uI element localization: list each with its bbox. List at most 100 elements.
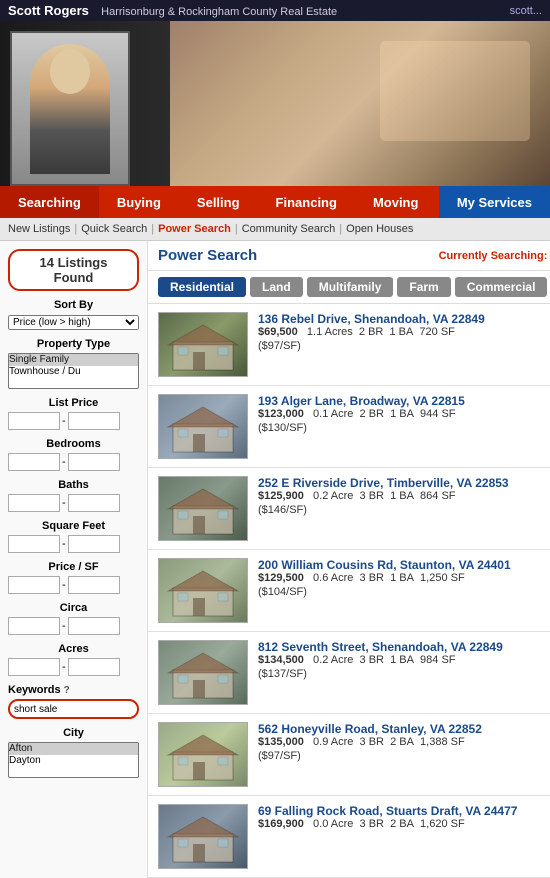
listings-found-badge: 14 Listings Found — [8, 249, 139, 291]
circa-section: Circa - — [8, 602, 139, 635]
listing-item: 136 Rebel Drive, Shenandoah, VA 22849 $6… — [148, 304, 550, 386]
bedrooms-max[interactable] — [68, 453, 120, 471]
square-feet-min[interactable] — [8, 535, 60, 553]
nav-item-selling[interactable]: Selling — [179, 186, 258, 218]
listing-thumbnail — [158, 394, 248, 459]
listing-address[interactable]: 69 Falling Rock Road, Stuarts Draft, VA … — [258, 804, 517, 818]
bedrooms-min[interactable] — [8, 453, 60, 471]
nav-item-searching[interactable]: Searching — [0, 186, 99, 218]
subnav-community-search[interactable]: Community Search — [242, 223, 336, 235]
listing-details: $69,500 1.1 Acres 2 BR 1 BA 720 SF ($97/… — [258, 326, 547, 352]
list-price-range: - — [8, 412, 139, 430]
nav-item-financing[interactable]: Financing — [258, 186, 355, 218]
listing-item: 812 Seventh Street, Shenandoah, VA 22849… — [148, 632, 550, 714]
agent-name: Scott Rogers — [8, 3, 89, 18]
listing-address[interactable]: 193 Alger Lane, Broadway, VA 22815 — [258, 394, 465, 408]
property-type-select[interactable]: Single Family Townhouse / Du — [8, 353, 139, 389]
price-per-sf-min[interactable] — [8, 576, 60, 594]
listing-address[interactable]: 252 E Riverside Drive, Timberville, VA 2… — [258, 476, 509, 490]
listing-info: 193 Alger Lane, Broadway, VA 22815 $123,… — [258, 394, 547, 459]
square-feet-max[interactable] — [68, 535, 120, 553]
nav-item-moving[interactable]: Moving — [355, 186, 437, 218]
list-price-section: List Price - — [8, 397, 139, 430]
listing-address[interactable]: 562 Honeyville Road, Stanley, VA 22852 — [258, 722, 482, 736]
subnav-quick-search[interactable]: Quick Search — [81, 223, 147, 235]
baths-range: - — [8, 494, 139, 512]
right-panel: Power Search Currently Searching: Reside… — [148, 241, 550, 878]
square-feet-section: Square Feet - — [8, 520, 139, 553]
city-select[interactable]: Afton Dayton — [8, 742, 139, 778]
nav-item-buying[interactable]: Buying — [99, 186, 179, 218]
listing-ppsf: ($97/SF) — [258, 750, 547, 762]
baths-max[interactable] — [68, 494, 120, 512]
listing-thumbnail — [158, 312, 248, 377]
keywords-label: Keywords — [8, 684, 61, 696]
listing-item: 252 E Riverside Drive, Timberville, VA 2… — [148, 468, 550, 550]
listing-thumbnail — [158, 722, 248, 787]
baths-section: Baths - — [8, 479, 139, 512]
listing-thumbnail — [158, 558, 248, 623]
listing-info: 69 Falling Rock Road, Stuarts Draft, VA … — [258, 804, 547, 869]
listing-info: 200 William Cousins Rd, Staunton, VA 244… — [258, 558, 547, 623]
currently-searching: Currently Searching: — [439, 250, 548, 262]
listing-info: 252 E Riverside Drive, Timberville, VA 2… — [258, 476, 547, 541]
tab-residential[interactable]: Residential — [158, 277, 246, 297]
listing-address[interactable]: 812 Seventh Street, Shenandoah, VA 22849 — [258, 640, 503, 654]
tab-land[interactable]: Land — [250, 277, 303, 297]
page-title: Power Search — [158, 247, 257, 264]
company-name: Harrisonburg & Rockingham County Real Es… — [101, 6, 337, 18]
listing-ppsf: ($146/SF) — [258, 504, 547, 516]
price-per-sf-label: Price / SF — [8, 561, 139, 573]
listing-item: 562 Honeyville Road, Stanley, VA 22852 $… — [148, 714, 550, 796]
listings-list: 136 Rebel Drive, Shenandoah, VA 22849 $6… — [148, 304, 550, 878]
acres-max[interactable] — [68, 658, 120, 676]
property-type-section: Property Type Single Family Townhouse / … — [8, 338, 139, 389]
listing-item: 193 Alger Lane, Broadway, VA 22815 $123,… — [148, 386, 550, 468]
subnav-power-search[interactable]: Power Search — [158, 223, 231, 235]
listing-thumbnail — [158, 804, 248, 869]
left-panel: 14 Listings Found Sort By Price (low > h… — [0, 241, 148, 878]
listing-details: $125,900 0.2 Acre 3 BR 1 BA 864 SF ($146… — [258, 490, 547, 516]
listing-price: $69,500 — [258, 326, 298, 338]
header-bar: Scott Rogers Harrisonburg & Rockingham C… — [0, 0, 550, 21]
listing-item: 69 Falling Rock Road, Stuarts Draft, VA … — [148, 796, 550, 878]
price-per-sf-max[interactable] — [68, 576, 120, 594]
listing-address[interactable]: 136 Rebel Drive, Shenandoah, VA 22849 — [258, 312, 485, 326]
keywords-input[interactable] — [8, 699, 139, 719]
circa-max[interactable] — [68, 617, 120, 635]
bedrooms-label: Bedrooms — [8, 438, 139, 450]
main-area: 14 Listings Found Sort By Price (low > h… — [0, 241, 550, 878]
listing-price: $123,000 — [258, 408, 304, 420]
city-label: City — [8, 727, 139, 739]
tab-commercial[interactable]: Commercial — [455, 277, 548, 297]
baths-min[interactable] — [8, 494, 60, 512]
listing-price: $125,900 — [258, 490, 304, 502]
acres-min[interactable] — [8, 658, 60, 676]
circa-min[interactable] — [8, 617, 60, 635]
listing-details: $135,000 0.9 Acre 3 BR 2 BA 1,388 SF ($9… — [258, 736, 547, 762]
bedrooms-range: - — [8, 453, 139, 471]
subnav-open-houses[interactable]: Open Houses — [346, 223, 413, 235]
square-feet-range: - — [8, 535, 139, 553]
listing-details: $169,900 0.0 Acre 3 BR 2 BA 1,620 SF — [258, 818, 547, 830]
keywords-help-icon[interactable]: ? — [64, 685, 70, 696]
list-price-min[interactable] — [8, 412, 60, 430]
list-price-max[interactable] — [68, 412, 120, 430]
subnav-new-listings[interactable]: New Listings — [8, 223, 70, 235]
sort-by-select[interactable]: Price (low > high) Price (high > low) Ad… — [8, 315, 139, 330]
main-nav: Searching Buying Selling Financing Movin… — [0, 186, 550, 218]
listing-thumbnail — [158, 640, 248, 705]
listing-thumbnail — [158, 476, 248, 541]
square-feet-label: Square Feet — [8, 520, 139, 532]
hero-banner — [0, 21, 550, 186]
listing-ppsf: ($137/SF) — [258, 668, 547, 680]
agent-photo — [10, 31, 130, 186]
bedrooms-section: Bedrooms - — [8, 438, 139, 471]
person-silhouette — [30, 44, 110, 174]
nav-item-my-services[interactable]: My Services — [439, 186, 550, 218]
tab-farm[interactable]: Farm — [397, 277, 450, 297]
listing-info: 562 Honeyville Road, Stanley, VA 22852 $… — [258, 722, 547, 787]
tab-multifamily[interactable]: Multifamily — [307, 277, 394, 297]
listing-address[interactable]: 200 William Cousins Rd, Staunton, VA 244… — [258, 558, 511, 572]
circa-label: Circa — [8, 602, 139, 614]
